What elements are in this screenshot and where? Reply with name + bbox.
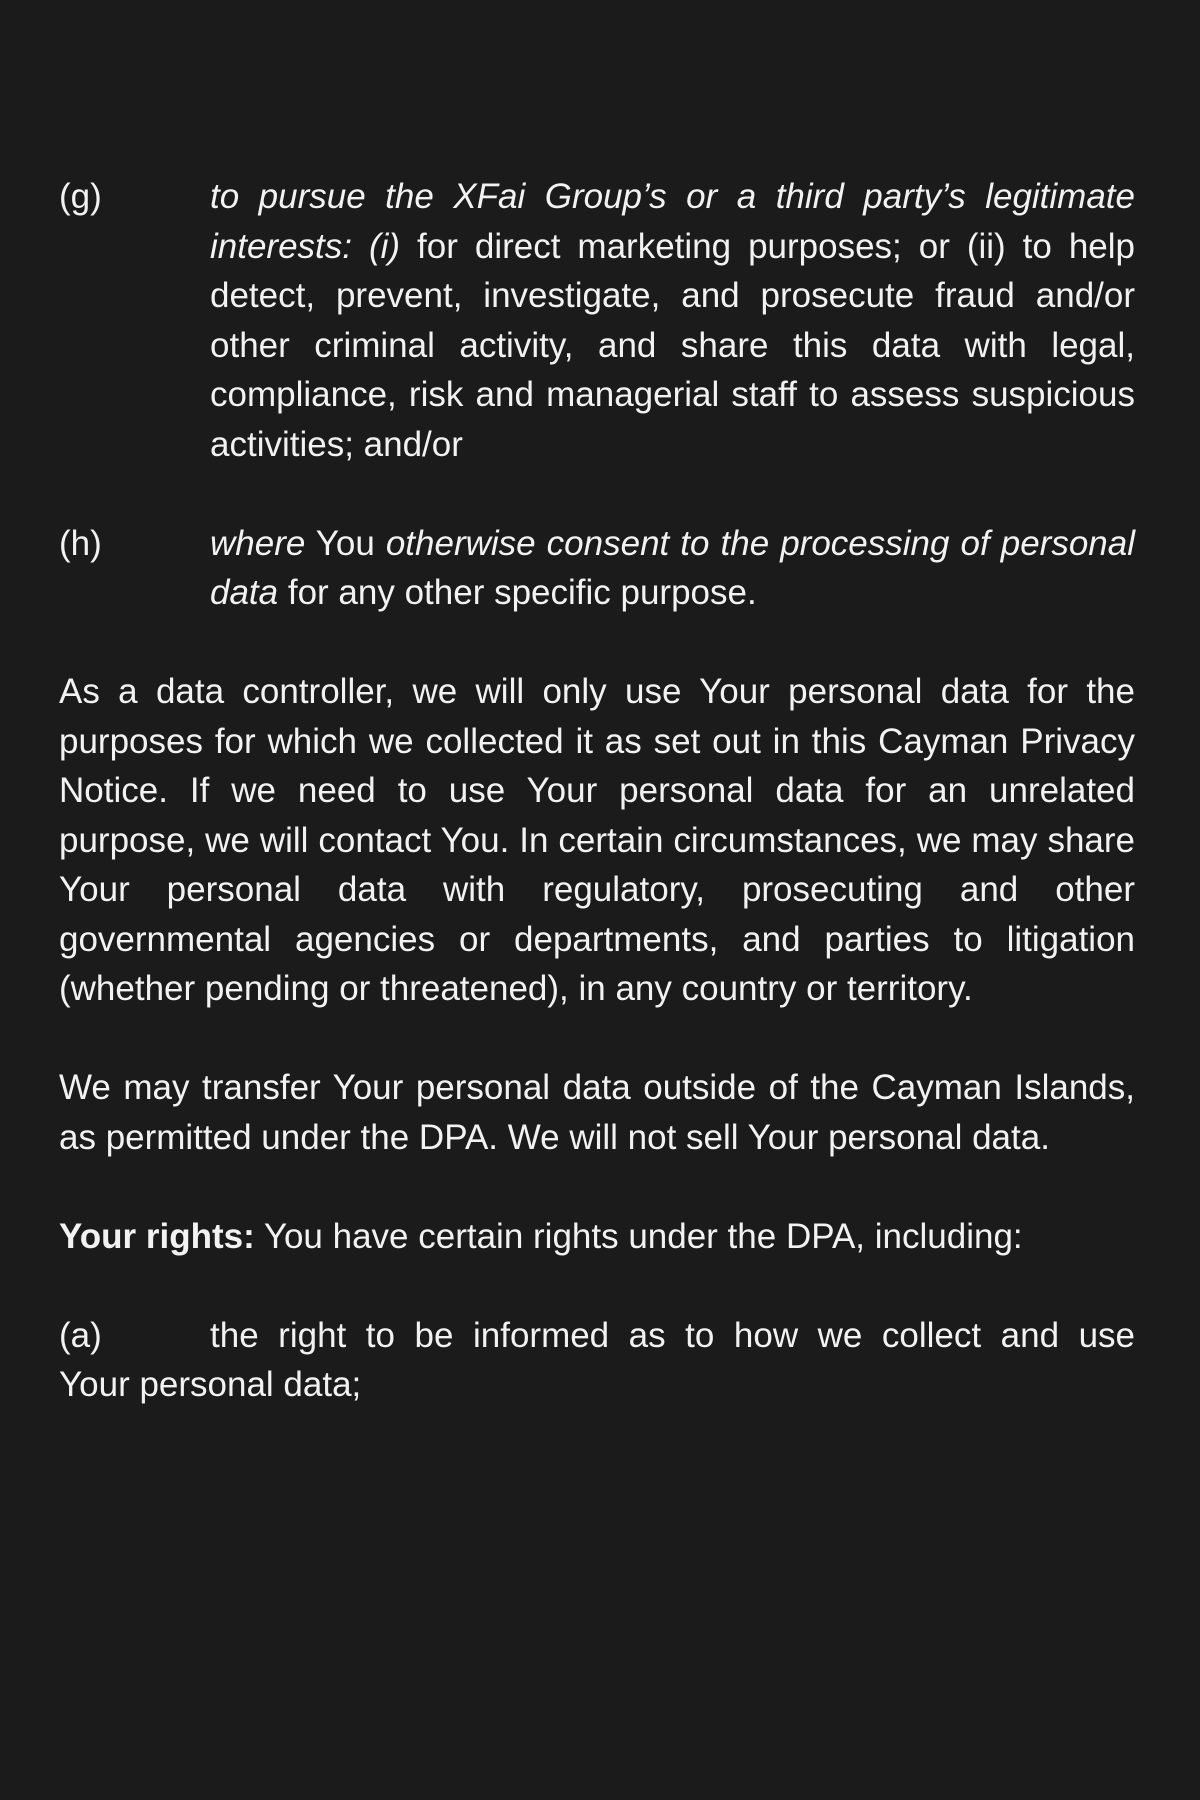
list-item-text-continued: Your personal data; [59, 1365, 362, 1404]
document-page: (g) to pursue the XFai Group’s or a thir… [59, 172, 1135, 1410]
list-item-h: (h) where You otherwise consent to the p… [59, 519, 1135, 618]
paragraph-data-controller: As a data controller, we will only use Y… [59, 672, 1135, 1008]
paragraph-transfer: We may transfer Your personal data outsi… [59, 1068, 1135, 1157]
list-marker: (h) [59, 523, 102, 563]
list-marker: (g) [59, 177, 102, 216]
list-marker: (a) [59, 1315, 102, 1355]
rights-paragraph: Your rights: You have certain rights und… [59, 1216, 1023, 1256]
list-item-g: (g) to pursue the XFai Group’s or a thir… [59, 172, 1135, 469]
list-item-text: the right to be informed as to how we co… [210, 1315, 1135, 1355]
list-item-a: (a) the right to be informed as to how we… [59, 1311, 1135, 1410]
rights-heading: Your rights: [59, 1216, 255, 1256]
list-item-text: where You otherwise consent to the proce… [210, 523, 1135, 613]
list-item-text: to pursue the XFai Group’s or a third pa… [210, 177, 1135, 464]
